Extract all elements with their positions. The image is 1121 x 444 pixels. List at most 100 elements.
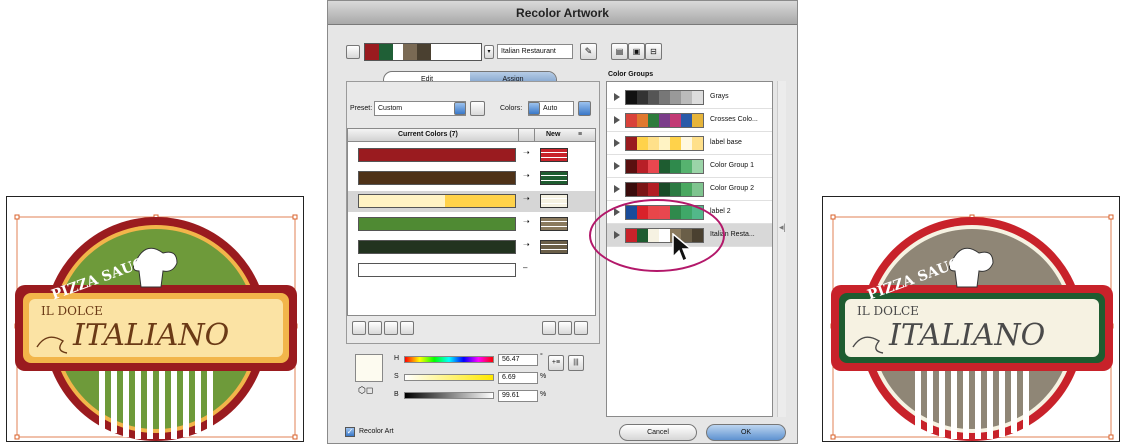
save-changes-icon[interactable]: ▤ bbox=[611, 43, 628, 60]
hue-slider[interactable] bbox=[404, 356, 494, 363]
new-color-swatch[interactable] bbox=[540, 240, 568, 254]
get-colors-button[interactable] bbox=[346, 45, 360, 59]
hue-label: H bbox=[394, 355, 400, 362]
new-color-swatch[interactable] bbox=[540, 171, 568, 185]
new-row-icon[interactable] bbox=[400, 321, 414, 335]
recolor-art-checkbox[interactable]: ✓ bbox=[345, 427, 355, 437]
new-color-swatch[interactable] bbox=[540, 148, 568, 162]
color-group-item[interactable]: Crosses Colo... bbox=[607, 109, 772, 132]
expand-triangle-icon[interactable] bbox=[614, 93, 620, 101]
current-colors-header: Current Colors (7) bbox=[398, 131, 458, 138]
swatch-dropdown-arrow[interactable]: ▾ bbox=[484, 45, 494, 59]
assign-arrow-icon[interactable]: ➝ bbox=[523, 194, 530, 203]
saturation-slider[interactable] bbox=[404, 374, 494, 381]
color-group-name: Color Group 2 bbox=[710, 185, 754, 192]
color-mode-icon[interactable]: ⬡◻ bbox=[358, 385, 373, 396]
new-color-swatch[interactable] bbox=[540, 194, 568, 208]
color-group-swatches[interactable] bbox=[625, 90, 704, 105]
preset-select[interactable]: Custom bbox=[374, 101, 466, 116]
color-assignment-table: Current Colors (7) New ≡ ➝ ➝ ➝ ➝ ➝ – bbox=[347, 128, 596, 316]
assign-arrow-icon[interactable]: ➝ bbox=[523, 148, 530, 157]
artwork-main-text: ITALIANO bbox=[888, 318, 1045, 353]
color-row[interactable]: – bbox=[348, 260, 595, 281]
color-group-swatches[interactable] bbox=[625, 182, 704, 197]
color-group-item[interactable]: Color Group 2 bbox=[607, 178, 772, 201]
expand-triangle-icon[interactable] bbox=[614, 116, 620, 124]
recolor-artwork-dialog: Recolor Artwork ▾ Italian Restaurant ✎ ▤… bbox=[327, 0, 798, 444]
saturation-value[interactable]: 6.69 bbox=[498, 372, 538, 384]
color-row[interactable]: ➝ bbox=[348, 214, 595, 235]
preset-options-icon[interactable] bbox=[470, 101, 485, 116]
callout-ellipse bbox=[589, 199, 725, 272]
current-color-bar[interactable] bbox=[358, 148, 516, 162]
color-row[interactable]: ➝ bbox=[348, 191, 595, 212]
color-row[interactable]: ➝ bbox=[348, 237, 595, 258]
assign-arrow-icon[interactable]: ➝ bbox=[523, 240, 530, 249]
new-colors-header: New bbox=[546, 131, 561, 138]
colors-stepper-icon[interactable] bbox=[528, 102, 540, 115]
brightness-slider[interactable] bbox=[404, 392, 494, 399]
color-group-swatches[interactable] bbox=[625, 136, 704, 151]
assign-arrow-icon[interactable]: ➝ bbox=[523, 217, 530, 226]
selected-color-preview bbox=[355, 354, 383, 382]
current-color-bar[interactable] bbox=[358, 240, 516, 254]
cancel-button[interactable]: Cancel bbox=[619, 424, 697, 441]
recolor-art-label: Recolor Art bbox=[359, 428, 394, 435]
color-group-name-field[interactable]: Italian Restaurant bbox=[497, 44, 573, 59]
artwork-sub-text: IL DOLCE bbox=[857, 304, 919, 318]
new-color-swatch[interactable] bbox=[540, 217, 568, 231]
color-row[interactable]: ➝ bbox=[348, 145, 595, 166]
brightness-value[interactable]: 99.61 bbox=[498, 390, 538, 402]
table-menu-icon[interactable]: ≡ bbox=[578, 129, 582, 141]
mouse-pointer-icon bbox=[672, 233, 694, 263]
colors-dropdown-icon[interactable] bbox=[578, 101, 591, 116]
expand-triangle-icon[interactable] bbox=[614, 162, 620, 170]
collapse-groups-icon[interactable]: ◂| bbox=[779, 222, 786, 233]
hue-unit: ° bbox=[540, 353, 543, 360]
no-assign-dash: – bbox=[523, 263, 528, 272]
colors-label: Colors: bbox=[500, 105, 523, 112]
current-color-bar[interactable] bbox=[358, 194, 516, 208]
color-groups-scrollbar[interactable] bbox=[777, 81, 786, 417]
random-saturation-icon[interactable] bbox=[558, 321, 572, 335]
color-row[interactable]: ➝ bbox=[348, 168, 595, 189]
dialog-title: Recolor Artwork bbox=[328, 1, 797, 25]
table-header: Current Colors (7) New ≡ bbox=[348, 129, 595, 142]
original-artwork: PIZZA SAUCE IL DOLCE ITALIANO bbox=[14, 214, 298, 441]
expand-triangle-icon[interactable] bbox=[614, 139, 620, 147]
current-color-bar[interactable] bbox=[358, 263, 516, 277]
separate-colors-icon[interactable] bbox=[368, 321, 382, 335]
color-group-item[interactable]: Color Group 1 bbox=[607, 155, 772, 178]
find-color-icon[interactable] bbox=[574, 321, 588, 335]
merge-colors-icon[interactable] bbox=[352, 321, 366, 335]
assign-arrow-icon[interactable]: ➝ bbox=[523, 171, 530, 180]
color-group-name: Color Group 1 bbox=[710, 162, 754, 169]
color-group-item[interactable]: label base bbox=[607, 132, 772, 155]
preset-label: Preset: bbox=[350, 105, 373, 112]
random-order-icon[interactable] bbox=[542, 321, 556, 335]
color-mode-menu-icon[interactable]: +≡ bbox=[548, 355, 564, 371]
delete-group-icon[interactable]: ⊟ bbox=[645, 43, 662, 60]
new-color-group-icon[interactable]: ▣ bbox=[628, 43, 645, 60]
color-groups-title: Color Groups bbox=[608, 71, 654, 78]
exclude-colors-icon[interactable] bbox=[384, 321, 398, 335]
brightness-unit: % bbox=[540, 391, 547, 398]
artwork-sub-text: IL DOLCE bbox=[41, 304, 103, 318]
brightness-label: B bbox=[394, 391, 399, 398]
current-color-bar[interactable] bbox=[358, 171, 516, 185]
color-group-swatches[interactable] bbox=[625, 159, 704, 174]
swatch-library-icon[interactable]: ||| bbox=[568, 355, 584, 371]
eyedropper-icon[interactable]: ✎ bbox=[580, 43, 597, 60]
expand-triangle-icon[interactable] bbox=[614, 185, 620, 193]
preset-stepper-icon[interactable] bbox=[454, 102, 466, 115]
recolored-artwork: PIZZA SAUCE IL DOLCE ITALIANO bbox=[830, 214, 1114, 441]
color-group-name: Grays bbox=[710, 93, 729, 100]
ok-button[interactable]: OK bbox=[706, 424, 786, 441]
color-group-item[interactable]: Grays bbox=[607, 86, 772, 109]
current-color-bar[interactable] bbox=[358, 217, 516, 231]
color-group-name: Crosses Colo... bbox=[710, 116, 758, 123]
color-group-name: label base bbox=[710, 139, 742, 146]
hue-value[interactable]: 56.47 bbox=[498, 354, 538, 366]
current-color-group-swatches[interactable] bbox=[364, 43, 482, 61]
color-group-swatches[interactable] bbox=[625, 113, 704, 128]
